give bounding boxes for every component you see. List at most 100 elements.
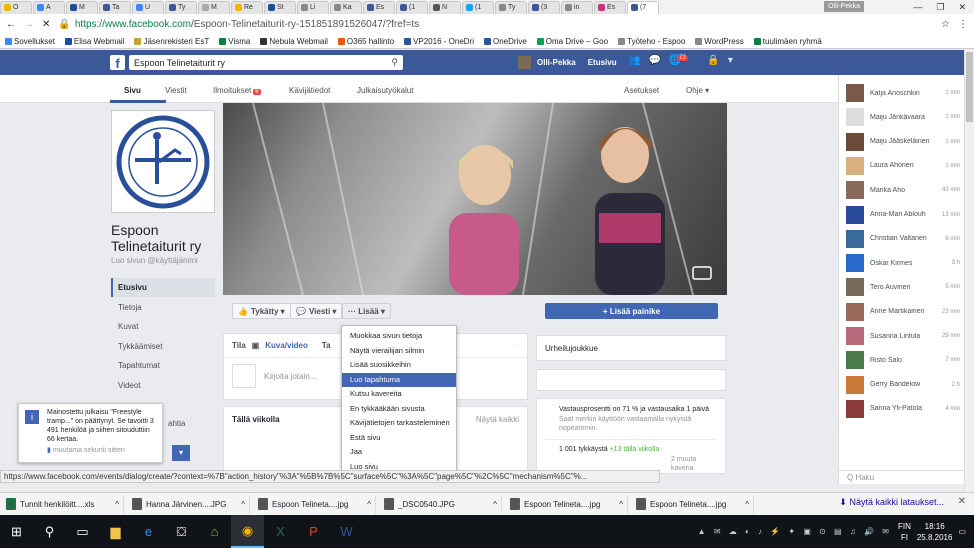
bookmark-item[interactable]: OneDrive [483, 37, 527, 46]
browser-tab[interactable]: N [429, 0, 461, 14]
composer-third-tab[interactable]: Ta [322, 341, 331, 350]
back-icon[interactable]: ← [6, 19, 16, 30]
dropdown-item[interactable]: Kävijätietojen tarkasteleminen [342, 416, 456, 431]
home-app-icon[interactable]: ⌂ [198, 515, 231, 548]
category-label[interactable]: Urheilujoukkue [545, 344, 598, 353]
dropdown-item[interactable]: Muokkaa sivun tietoja [342, 329, 456, 344]
dropdown-item[interactable]: Estä sivu [342, 431, 456, 446]
browser-tab[interactable]: Ty [495, 0, 527, 14]
close-window-button[interactable]: ✕ [958, 2, 966, 13]
browser-tab[interactable]: M [66, 0, 98, 14]
facebook-search-input[interactable]: Espoon Telinetaiturit ry ⚲ [129, 55, 403, 70]
browser-tab[interactable]: Re [231, 0, 263, 14]
browser-tab[interactable]: in [561, 0, 593, 14]
cover-photo[interactable] [223, 103, 727, 295]
tab-julkaisutyokalut[interactable]: Julkaisutyökalut [357, 86, 413, 95]
browser-tab[interactable]: Ta [99, 0, 131, 14]
tab-sivu[interactable]: Sivu [124, 86, 141, 95]
tray-icons[interactable]: ▲ ✉ ☁ ◐ ♪ ⚡ ✦ ▣ ⊙ ▤ ♫ 🔊 ✉ [698, 527, 892, 536]
download-item[interactable]: _DSC0540.JPG ^ [380, 494, 502, 514]
action-center-icon[interactable]: ▭ [958, 527, 966, 536]
bookmark-item[interactable]: Nebula Webmail [260, 37, 328, 46]
search-icon[interactable]: ⚲ [33, 515, 66, 548]
browser-tab[interactable]: Ka [330, 0, 362, 14]
browser-tab[interactable]: (1 [462, 0, 494, 14]
bookmark-item[interactable]: O365 hallinto [337, 37, 394, 46]
browser-tab[interactable]: (3 [528, 0, 560, 14]
left-nav-item[interactable]: Kuvat [111, 317, 215, 336]
chat-contact[interactable]: Tero Auvinen 5 min [846, 277, 960, 297]
browser-tab[interactable]: A [33, 0, 65, 14]
forward-icon[interactable]: → [24, 19, 34, 30]
chrome-user-chip[interactable]: Olli-Pekka [824, 1, 864, 12]
browser-tab[interactable]: Ty [165, 0, 197, 14]
chat-contact[interactable]: Oskar Kirmes 3 h [846, 253, 960, 273]
more-button[interactable]: ··· Lisää ▾ [342, 303, 391, 319]
download-item[interactable]: Espoon Telineta....jpg ^ [254, 494, 376, 514]
browser-tab[interactable]: (1 [396, 0, 428, 14]
ad-notification-popup[interactable]: i Mainostettu julkaisu "Freestyle tramp.… [18, 403, 163, 463]
composer-photo-tab[interactable]: Kuva/video [265, 341, 308, 350]
edge-icon[interactable]: e [132, 515, 165, 548]
friend-requests-icon[interactable]: 👥 [628, 55, 640, 66]
download-menu-icon[interactable]: ^ [241, 500, 245, 509]
dropdown-item[interactable]: Luo tapahtuma [342, 372, 456, 387]
chat-contact[interactable]: Anne Martikainen 23 min [846, 302, 960, 322]
dropdown-item[interactable]: Lisää suosikkeihin [342, 358, 456, 373]
file-explorer-icon[interactable]: ▆ [99, 515, 132, 548]
store-icon[interactable]: ⛋ [165, 515, 198, 548]
home-link[interactable]: Etusivu [588, 58, 617, 67]
page-profile-logo[interactable] [111, 110, 215, 213]
username-hint-link[interactable]: Luo sivun @käyttäjänimi [111, 256, 198, 265]
dropdown-item[interactable]: Jaa [342, 445, 456, 460]
browser-tab[interactable]: U [132, 0, 164, 14]
messages-icon[interactable]: 💬 [648, 55, 660, 66]
chat-contact[interactable]: Susanna Lintula 29 min [846, 326, 960, 346]
search-icon[interactable]: ⚲ [391, 57, 398, 68]
download-menu-icon[interactable]: ^ [745, 500, 749, 509]
task-view-icon[interactable]: ▭ [66, 515, 99, 548]
star-icon[interactable]: ☆ [941, 19, 950, 30]
menu-icon[interactable]: ⋮ [958, 19, 968, 30]
tab-asetukset[interactable]: Asetukset [624, 86, 659, 95]
account-menu-icon[interactable]: ▾ [728, 55, 733, 66]
download-item[interactable]: Espoon Telineta....jpg ^ [632, 494, 754, 514]
chrome-icon[interactable]: ◉ [231, 515, 264, 548]
browser-tab[interactable]: O [0, 0, 32, 14]
add-button[interactable]: + Lisää painike [545, 303, 718, 319]
bookmark-item[interactable]: Elisa Webmail [64, 37, 124, 46]
input-language[interactable]: FIN FI [898, 521, 911, 543]
browser-tab[interactable]: Li [297, 0, 329, 14]
clock[interactable]: 18:16 25.8.2016 [917, 521, 953, 543]
chat-search-input[interactable]: Q Haku [838, 470, 964, 484]
user-name-link[interactable]: Olli-Pekka [537, 58, 576, 67]
facebook-logo-icon[interactable]: f [110, 55, 125, 71]
browser-tab[interactable]: M [198, 0, 230, 14]
left-nav-partial[interactable]: ahtia [168, 419, 185, 428]
bookmark-item[interactable]: Työteho - Espoo [618, 37, 685, 46]
stop-icon[interactable]: ✕ [42, 19, 50, 30]
left-nav-item[interactable]: Tykkäämiset [111, 337, 215, 356]
download-menu-icon[interactable]: ^ [115, 500, 119, 509]
bookmark-item[interactable]: Sovellukset [5, 37, 55, 46]
download-item[interactable]: Tunnit henkilöitt....xls ^ [2, 494, 124, 514]
dropdown-item[interactable]: En tykkääkään sivusta [342, 402, 456, 417]
download-item[interactable]: Espoon Telineta....jpg ^ [506, 494, 628, 514]
url-input[interactable]: 🔒 https://www.facebook.com/Espoon-Teline… [58, 16, 933, 32]
chat-contact[interactable]: Christian Valtanen 6 min [846, 229, 960, 249]
browser-tab[interactable]: Es [363, 0, 395, 14]
chat-contact[interactable]: Gerry Bandelow 2 h [846, 375, 960, 395]
dropdown-item[interactable]: Kutsu kavereita [342, 387, 456, 402]
bookmark-item[interactable]: tuulimäen ryhmä [753, 37, 822, 46]
chat-contact[interactable]: Anna-Mari Ablouh 13 min [846, 205, 960, 225]
bookmark-item[interactable]: Oma Drive – Goo [536, 37, 608, 46]
bookmark-item[interactable]: WordPress [695, 37, 744, 46]
minimize-button[interactable]: — [913, 2, 922, 12]
browser-tab[interactable]: St [264, 0, 296, 14]
privacy-icon[interactable]: 🔒 [707, 55, 719, 66]
page-title[interactable]: Espoon Telinetaiturit ry [111, 222, 231, 254]
chat-contact[interactable]: Sanna Yli-Patola 4 min [846, 399, 960, 419]
message-button[interactable]: 💬 Viesti ▾ [290, 303, 343, 319]
chat-contact[interactable]: Marika Aho 43 min [846, 180, 960, 200]
chat-contact[interactable]: Maiju Jääskeläinen 1 min [846, 132, 960, 152]
